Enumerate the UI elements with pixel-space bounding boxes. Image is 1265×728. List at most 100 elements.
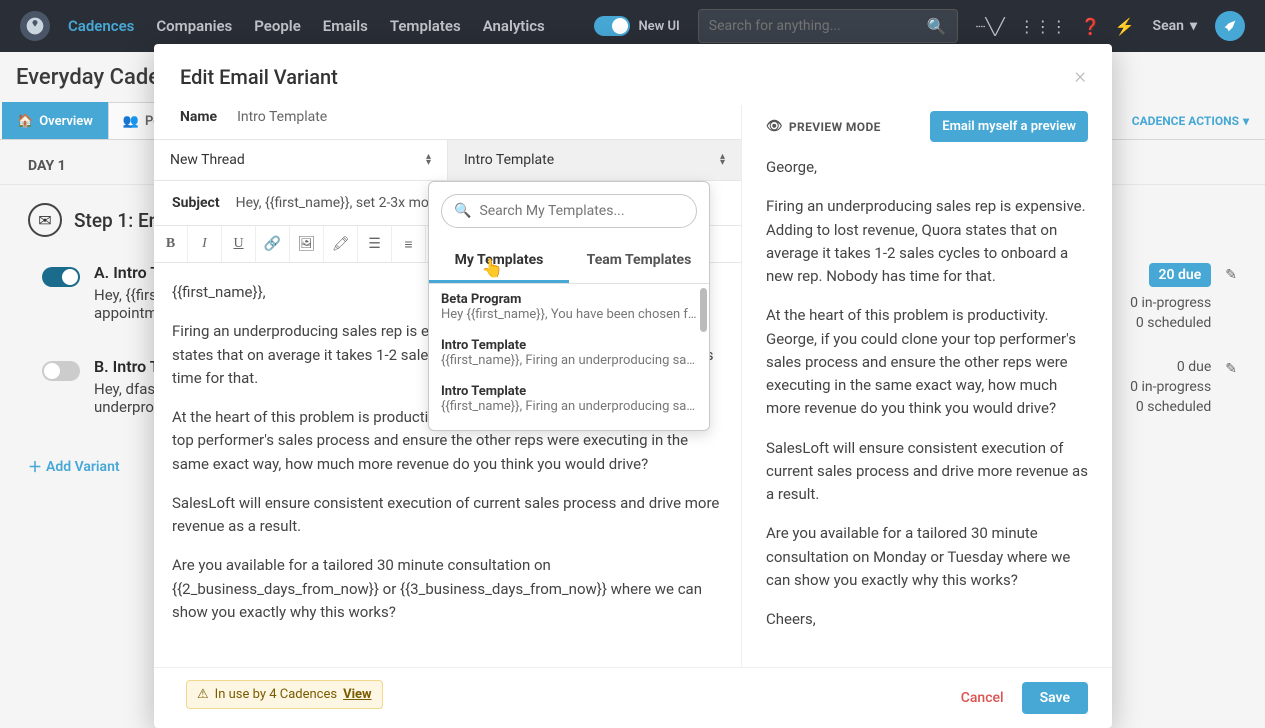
preview-pane: 👁 PREVIEW MODE Email myself a preview Ge… [742, 105, 1112, 667]
warn-view-link[interactable]: View [343, 687, 372, 702]
sort-icon: ▴▾ [426, 154, 431, 166]
toggle-switch[interactable] [594, 16, 630, 36]
search-input[interactable] [709, 18, 919, 34]
nav-links: Cadences Companies People Emails Templat… [68, 17, 545, 35]
variant-b-toggle[interactable] [42, 361, 80, 381]
name-label: Name [180, 109, 217, 125]
email-preview-button[interactable]: Email myself a preview [930, 111, 1088, 142]
edit-email-modal: Edit Email Variant × Name Intro Template… [154, 44, 1112, 728]
image-button[interactable]: 🖼 [290, 226, 324, 262]
template-item[interactable]: Introduction template [429, 422, 709, 430]
chevron-down-icon: ▾ [1243, 114, 1249, 128]
global-search[interactable]: 🔍 [698, 9, 958, 43]
template-item-preview: {{first_name}}, Firing an underproducing… [441, 399, 697, 414]
template-search-input[interactable] [479, 203, 684, 219]
grid-icon[interactable]: ⋮⋮⋮ [1019, 17, 1067, 36]
template-item[interactable]: Beta Program Hey {{first_name}}, You hav… [429, 284, 709, 330]
preview-p6: Cheers, [766, 608, 1088, 631]
chevron-down-icon: ▾ [1190, 18, 1197, 34]
new-ui-toggle[interactable]: New UI [594, 16, 679, 36]
home-icon: 🏠 [17, 114, 33, 129]
people-icon: 👥 [123, 114, 139, 129]
tab-overview[interactable]: 🏠 Overview [2, 102, 108, 139]
preview-p3: At the heart of this problem is producti… [766, 304, 1088, 420]
body-p4: SalesLoft will ensure consistent executi… [172, 492, 723, 539]
mail-icon: ✉ [28, 203, 62, 237]
cadence-actions-label: CADENCE ACTIONS [1132, 114, 1239, 128]
underline-button[interactable]: U [222, 226, 256, 262]
help-icon[interactable]: ❓ [1081, 17, 1101, 36]
link-button[interactable]: 🔗 [256, 226, 290, 262]
nav-cadences[interactable]: Cadences [68, 17, 134, 35]
template-item[interactable]: Intro Template {{first_name}}, Firing an… [429, 376, 709, 422]
edit-variant-b-icon[interactable]: ✎ [1225, 361, 1237, 377]
thread-select[interactable]: New Thread ▴▾ [154, 140, 447, 180]
save-button[interactable]: Save [1022, 682, 1088, 714]
user-name: Sean [1153, 18, 1184, 34]
preview-p5: Are you available for a tailored 30 minu… [766, 522, 1088, 592]
eye-icon: 👁 [766, 119, 783, 134]
ol-button[interactable]: ≡ [392, 226, 426, 262]
new-ui-label: New UI [638, 19, 679, 34]
nav-emails[interactable]: Emails [323, 17, 368, 35]
close-icon[interactable]: × [1074, 64, 1086, 89]
bold-button[interactable]: B [154, 226, 188, 262]
app-logo[interactable] [20, 11, 50, 41]
sort-icon: ▴▾ [720, 154, 725, 166]
warn-text: In use by 4 Cadences [215, 687, 337, 702]
search-icon[interactable]: 🔍 [927, 17, 947, 36]
italic-button[interactable]: I [188, 226, 222, 262]
cadence-actions-menu[interactable]: CADENCE ACTIONS ▾ [1132, 102, 1265, 139]
template-picker-popover: 🔍 My Templates Team Templates Beta Progr… [428, 181, 710, 431]
top-icons: ┈╲╱ ⋮⋮⋮ ❓ ⚡ [976, 17, 1135, 36]
user-menu[interactable]: Sean ▾ [1153, 18, 1197, 34]
tab-overview-label: Overview [39, 114, 93, 129]
search-icon: 🔍 [454, 203, 471, 219]
modal-header: Edit Email Variant × [154, 44, 1112, 105]
highlight-button[interactable]: 🖍 [324, 226, 358, 262]
ul-button[interactable]: ☰ [358, 226, 392, 262]
template-item-name: Intro Template [441, 338, 697, 353]
edit-variant-a-icon[interactable]: ✎ [1225, 267, 1237, 283]
thread-select-value: New Thread [170, 152, 245, 168]
template-item-preview: Hey {{first_name}}, You have been chosen… [441, 307, 697, 322]
subject-label: Subject [172, 195, 220, 211]
usage-warning: ⚠ In use by 4 Cadences View [186, 680, 383, 709]
launch-button[interactable] [1215, 11, 1245, 41]
plus-icon: ＋ [28, 457, 42, 477]
template-item[interactable]: Intro Template {{first_name}}, Firing an… [429, 330, 709, 376]
team-templates-tab[interactable]: Team Templates [569, 240, 709, 283]
template-list[interactable]: Beta Program Hey {{first_name}}, You hav… [429, 284, 709, 430]
template-item-preview: {{first_name}}, Firing an underproducing… [441, 353, 697, 368]
preview-mode-text: PREVIEW MODE [789, 120, 881, 134]
cancel-button[interactable]: Cancel [961, 690, 1004, 706]
page-title: Everyday Cade [16, 65, 160, 90]
warn-icon: ⚠ [197, 687, 209, 702]
name-value[interactable]: Intro Template [237, 109, 327, 125]
variant-a-toggle[interactable] [42, 267, 80, 287]
activity-icon[interactable]: ┈╲╱ [976, 17, 1005, 36]
preview-p1: George, [766, 156, 1088, 179]
template-select[interactable]: Intro Template ▴▾ [447, 140, 741, 180]
preview-p4: SalesLoft will ensure consistent executi… [766, 437, 1088, 507]
my-templates-tab[interactable]: My Templates [429, 240, 569, 283]
template-item-name: Intro Template [441, 384, 697, 399]
template-select-value: Intro Template [464, 152, 554, 168]
template-search[interactable]: 🔍 [441, 194, 697, 228]
modal-footer: ⚠ In use by 4 Cadences View Cancel Save [154, 667, 1112, 728]
variant-a-due[interactable]: 20 due [1149, 263, 1212, 287]
preview-body: George, Firing an underproducing sales r… [766, 156, 1088, 631]
nav-templates[interactable]: Templates [390, 17, 461, 35]
add-variant-label: Add Variant [46, 459, 120, 475]
modal-title: Edit Email Variant [180, 65, 338, 89]
nav-companies[interactable]: Companies [156, 17, 232, 35]
preview-p2: Firing an underproducing sales rep is ex… [766, 195, 1088, 288]
bolt-icon[interactable]: ⚡ [1115, 17, 1135, 36]
nav-analytics[interactable]: Analytics [483, 17, 545, 35]
nav-people[interactable]: People [254, 17, 301, 35]
modal-editor-pane: Name Intro Template New Thread ▴▾ Intro … [154, 105, 742, 667]
preview-mode-label: 👁 PREVIEW MODE [766, 119, 881, 134]
template-item-name: Beta Program [441, 292, 697, 307]
body-p5: Are you available for a tailored 30 minu… [172, 554, 723, 624]
scrollbar[interactable] [700, 288, 707, 332]
